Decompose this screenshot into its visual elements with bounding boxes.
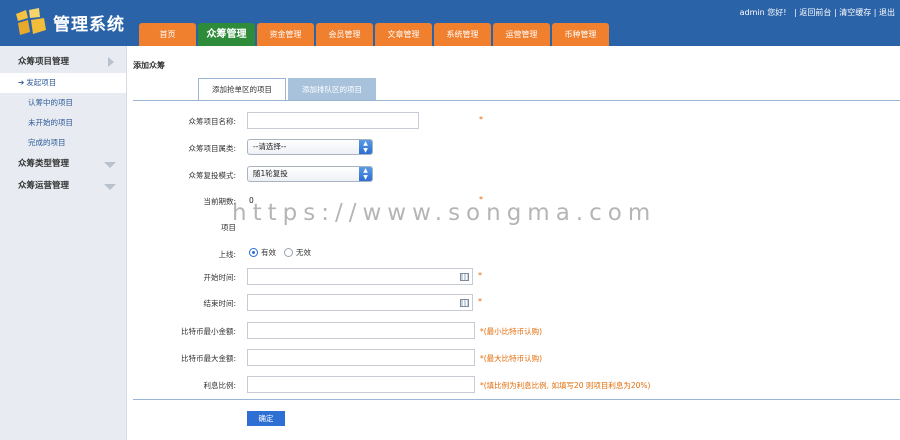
field-label: 比特币最小金额: — [180, 327, 236, 336]
sidebar-group-label: 众筹类型管理 — [18, 159, 70, 169]
form-row-online: 上线: 有效 无效 — [128, 245, 900, 265]
period-value[interactable]: 0 — [249, 196, 254, 205]
form-tabs: 添加抢单区的项目 添加排队区的项目 — [198, 78, 378, 101]
required-mark: * — [479, 115, 483, 124]
form-row-rate: 利息比例: *(填比例为利息比例, 如填写20 则项目利息为20%) — [128, 376, 900, 396]
field-label: 众筹项目名称: — [188, 117, 236, 126]
separator: | — [833, 8, 837, 17]
clear-cache-link[interactable]: 清空缓存 — [839, 8, 871, 17]
required-mark: * — [478, 271, 482, 280]
field-label: 开始时间: — [203, 273, 236, 282]
online-radio-group: 有效 无效 — [249, 247, 319, 258]
username: admin — [739, 8, 765, 17]
greeting: 您好! — [767, 8, 787, 17]
end-time-input[interactable] — [247, 294, 473, 311]
calendar-icon[interactable] — [460, 273, 469, 281]
project-name-input[interactable] — [247, 112, 419, 129]
nav-tab-members[interactable]: 会员管理 — [316, 23, 373, 46]
sidebar-group-types[interactable]: 众筹类型管理 — [0, 153, 126, 175]
field-label: 比特币最大金额: — [180, 354, 236, 363]
form-row-period: 当前期数: 0 * — [128, 192, 900, 212]
form-row-min: 比特币最小金额: *(最小比特币认购) — [128, 322, 900, 342]
radio-invalid[interactable] — [284, 248, 293, 257]
field-label: 上线: — [218, 250, 236, 259]
divider — [133, 100, 900, 101]
nav-tab-currency[interactable]: 币种管理 — [552, 23, 609, 46]
field-label: 结束时间: — [203, 299, 236, 308]
sidebar-item-launch-project[interactable]: ➔ 发起项目 — [0, 73, 126, 93]
top-links: admin 您好! | 返回前台 | 清空缓存 | 退出 — [740, 7, 895, 18]
tab-queue-zone[interactable]: 添加排队区的项目 — [288, 78, 376, 100]
form-row-start: 开始时间: * — [128, 268, 900, 288]
radio-label: 有效 — [261, 248, 276, 257]
select-value: 随1轮复投 — [253, 169, 288, 178]
hint-text: *(最小比特币认购) — [480, 327, 543, 336]
field-label: 众筹项目属类: — [188, 144, 236, 153]
nav-tab-operations[interactable]: 运营管理 — [493, 23, 550, 46]
back-to-site-link[interactable]: 返回前台 — [799, 8, 831, 17]
btc-min-input[interactable] — [247, 322, 475, 339]
form-row-mode: 众筹复投模式: 随1轮复投 ▲ ▼ — [128, 166, 900, 186]
interest-rate-input[interactable] — [247, 376, 475, 393]
nav-tab-system[interactable]: 系统管理 — [434, 23, 491, 46]
app-title: 管理系统 — [53, 15, 125, 35]
tab-grab-zone[interactable]: 添加抢单区的项目 — [198, 78, 286, 101]
form-row-end: 结束时间: * — [128, 294, 900, 314]
arrow-right-icon: ➔ — [18, 78, 25, 87]
logout-link[interactable]: 退出 — [879, 8, 895, 17]
radio-label: 无效 — [296, 248, 311, 257]
select-arrows-icon: ▲ ▼ — [359, 140, 372, 154]
reinvest-mode-select[interactable]: 随1轮复投 ▲ ▼ — [247, 166, 373, 182]
chevron-down-icon — [104, 162, 116, 168]
sidebar-item-completed[interactable]: 完成的项目 — [0, 133, 126, 153]
separator: | — [873, 8, 877, 17]
sidebar-group-label: 众筹运营管理 — [18, 181, 70, 191]
top-header: 管理系统 首页 众筹管理 资金管理 会员管理 文章管理 系统管理 运营管理 币种… — [0, 0, 900, 46]
sidebar-group-label: 众筹项目管理 — [18, 57, 70, 67]
required-mark: * — [479, 195, 483, 204]
sidebar-group-projects[interactable]: 众筹项目管理 — [0, 51, 126, 73]
divider — [133, 399, 900, 400]
calendar-icon[interactable] — [460, 299, 469, 307]
page-title: 添加众筹 — [133, 61, 165, 70]
sidebar: 众筹项目管理 ➔ 发起项目 认筹中的项目 未开始的项目 完成的项目 众筹类型管理 … — [0, 46, 127, 440]
start-time-input[interactable] — [247, 268, 473, 285]
sidebar-item-not-started[interactable]: 未开始的项目 — [0, 113, 126, 133]
form-row-project: 项目 — [128, 218, 900, 238]
sidebar-item-label: 发起项目 — [26, 78, 57, 87]
hint-text: *(最大比特币认购) — [480, 354, 543, 363]
logo-icon — [16, 8, 46, 35]
form-row-max: 比特币最大金额: *(最大比特币认购) — [128, 349, 900, 369]
chevron-down-icon — [104, 184, 116, 190]
nav-tab-home[interactable]: 首页 — [139, 23, 196, 46]
main-nav: 首页 众筹管理 资金管理 会员管理 文章管理 系统管理 运营管理 币种管理 — [139, 23, 611, 46]
form-row-name: 众筹项目名称: * — [128, 112, 900, 132]
select-value: --请选择-- — [253, 142, 287, 151]
nav-tab-funds[interactable]: 资金管理 — [257, 23, 314, 46]
chevron-right-icon — [108, 57, 114, 67]
field-label: 利息比例: — [203, 381, 236, 390]
field-label: 众筹复投模式: — [188, 171, 236, 180]
nav-tab-articles[interactable]: 文章管理 — [375, 23, 432, 46]
sidebar-group-operations[interactable]: 众筹运营管理 — [0, 175, 126, 197]
sidebar-item-funding-projects[interactable]: 认筹中的项目 — [0, 93, 126, 113]
main-content: 添加众筹 添加抢单区的项目 添加排队区的项目 众筹项目名称: * 众筹项目属类:… — [128, 46, 900, 440]
separator: | — [794, 8, 797, 17]
select-arrows-icon: ▲ ▼ — [359, 167, 372, 181]
btc-max-input[interactable] — [247, 349, 475, 366]
radio-valid[interactable] — [249, 248, 258, 257]
field-label: 项目 — [221, 223, 236, 232]
hint-text: *(填比例为利息比例, 如填写20 则项目利息为20%) — [480, 381, 651, 390]
field-label: 当前期数: — [203, 197, 236, 206]
category-select[interactable]: --请选择-- ▲ ▼ — [247, 139, 373, 155]
submit-button[interactable]: 确定 — [247, 411, 285, 426]
form-row-category: 众筹项目属类: --请选择-- ▲ ▼ — [128, 139, 900, 159]
nav-tab-crowdfunding[interactable]: 众筹管理 — [198, 23, 255, 46]
required-mark: * — [478, 297, 482, 306]
